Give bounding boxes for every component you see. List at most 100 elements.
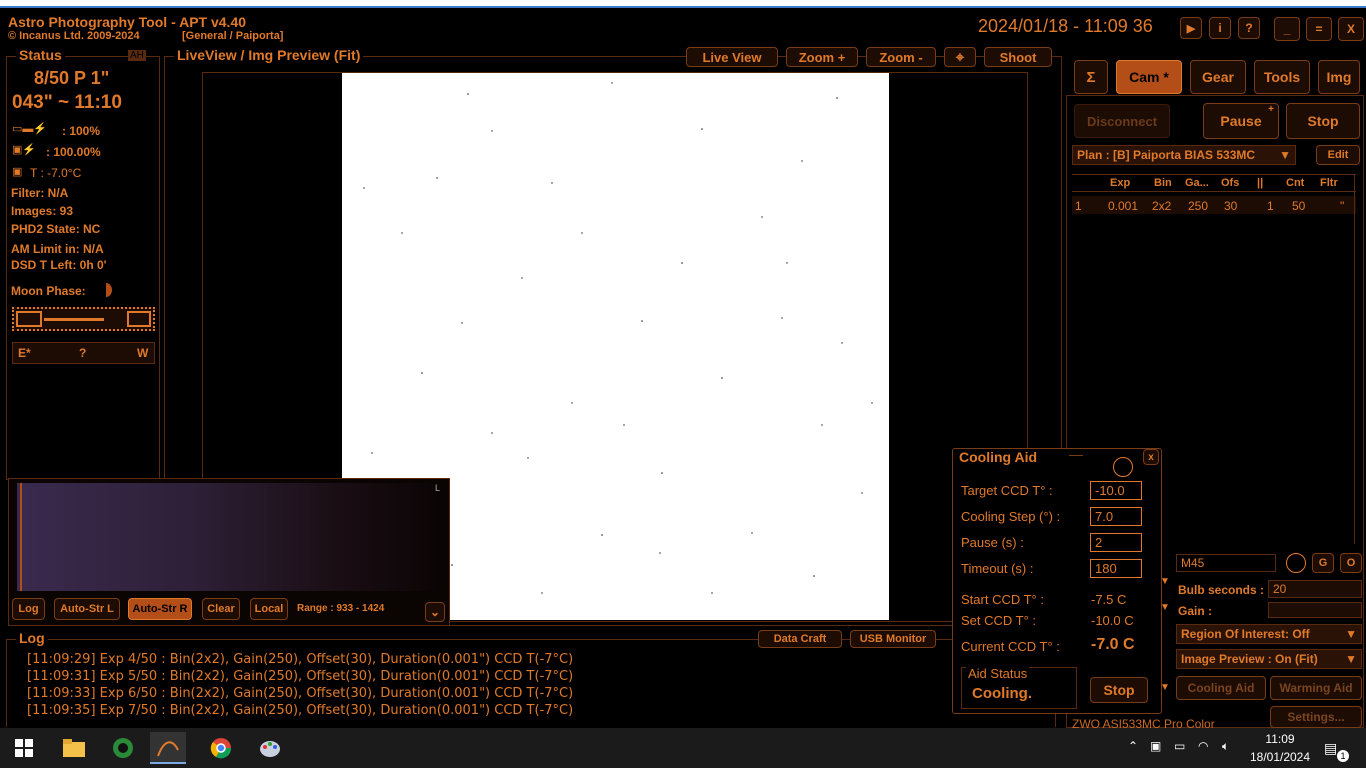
object-field[interactable]: M45 [1176,554,1276,572]
focus-slider[interactable] [12,307,155,331]
chrome-icon[interactable] [203,732,239,764]
stop-sequence-button[interactable]: Stop [1286,103,1360,139]
target-field[interactable]: -10.0 [1090,481,1142,500]
clear-button[interactable]: Clear [202,598,240,620]
plan-table-header: Exp Bin Ga... Ofs || Cnt Fltr [1072,174,1356,192]
row-bin: 2x2 [1152,199,1172,213]
set-temp-value: -10.0 C [1091,613,1134,628]
live-view-button[interactable]: Live View [686,47,778,67]
disconnect-button[interactable]: Disconnect [1074,104,1170,138]
col-gain: Ga... [1185,177,1209,189]
plan-select[interactable]: Plan : [B] Paiporta BIAS 533MC ▼ [1072,145,1296,165]
log-line: [11:09:31] Exp 5/50 : Bin(2x2), Gain(250… [27,669,574,684]
cooling-aid-button[interactable]: Cooling Aid [1176,676,1266,700]
chevron-down-icon: ▼ [1345,627,1357,641]
liveview-header: LiveView / Img Preview (Fit) [174,47,364,63]
clock-time[interactable]: 11:09 [1250,732,1310,746]
app-title: Astro Photography Tool - APT v4.40 [8,14,247,30]
images-count: Images: 93 [11,204,74,218]
file-explorer-icon[interactable] [56,732,92,764]
settings-button[interactable]: Settings... [1270,706,1362,728]
moon-phase-label: Moon Phase: [11,284,86,298]
title-divider [1069,455,1083,456]
compass-bar: E* ? W [12,342,155,364]
auto-stretch-l-button[interactable]: Auto-Str L [54,598,120,620]
app-green-icon[interactable] [105,732,141,764]
paint-icon[interactable] [252,732,288,764]
tab-cam[interactable]: Cam * [1116,60,1182,94]
device-icon[interactable]: ▣ [1150,739,1161,753]
log-scale-button[interactable]: Log [12,598,45,620]
histogram-left-marker[interactable] [20,483,22,591]
row-offset: 30 [1224,199,1238,213]
auto-stretch-r-button[interactable]: Auto-Str R [128,598,192,620]
local-button[interactable]: Local [250,598,288,620]
timeout-field[interactable]: 180 [1090,559,1142,578]
table-row[interactable]: 1 0.001 2x2 250 30 1 50 " [1072,196,1356,214]
tab-img[interactable]: Img [1318,60,1360,94]
cooling-stop-button[interactable]: Stop [1090,677,1148,703]
am-limit: AM Limit in: N/A [11,242,104,256]
o-button[interactable]: O [1340,553,1362,573]
minimize-button[interactable]: _ [1274,17,1300,41]
gain-field[interactable] [1268,602,1362,618]
zoom-out-button[interactable]: Zoom - [866,47,936,67]
shoot-button[interactable]: Shoot [984,47,1052,67]
collapse-down-icon[interactable]: ⌄ [425,602,445,622]
ccd-temp: T : -7.0°C [30,166,82,180]
warming-aid-button[interactable]: Warming Aid [1270,676,1362,700]
battery-level: : 100% [62,124,101,138]
col-count: Cnt [1286,177,1305,189]
data-craft-button[interactable]: Data Craft [758,630,842,648]
compass-east: E* [18,346,31,360]
play-button[interactable]: ▶ [1180,17,1202,39]
notification-count: 1 [1337,750,1349,762]
bulb-field[interactable]: 20 [1268,580,1362,598]
log-line: [11:09:29] Exp 4/50 : Bin(2x2), Gain(250… [27,652,574,667]
step-field[interactable]: 7.0 [1090,507,1142,526]
tab-sigma[interactable]: Σ [1074,60,1108,94]
clock-date[interactable]: 18/01/2024 [1246,750,1314,764]
close-button[interactable]: X [1338,17,1364,41]
pause-button[interactable]: Pause + [1203,103,1279,139]
compass-west: W [137,346,149,360]
battery-icon[interactable]: ▭ [1174,739,1185,753]
bulb-label: Bulb seconds : [1178,583,1265,597]
row-filter: " [1340,199,1345,213]
zoom-in-button[interactable]: Zoom + [786,47,858,67]
crosshair-button[interactable]: ⌖ [944,47,976,67]
col-exp: Exp [1110,177,1131,189]
histogram-panel: L Log Auto-Str L Auto-Str R Clear Local … [8,478,450,626]
tab-tools[interactable]: Tools [1254,60,1310,94]
pause-field[interactable]: 2 [1090,533,1142,552]
window-top-border [0,0,1366,8]
g-button[interactable]: G [1312,553,1334,573]
usb-monitor-button[interactable]: USB Monitor [850,630,936,648]
pause-label: Pause [1220,113,1262,129]
start-temp-value: -7.5 C [1091,592,1127,607]
histogram-range: Range : 933 - 1424 [297,603,385,614]
roi-select[interactable]: Region Of Interest: Off ▼ [1176,624,1362,644]
wifi-icon[interactable]: ◠ [1198,739,1208,753]
histogram-graph[interactable]: L [17,483,444,591]
volume-icon[interactable]: 🔈︎ [1222,739,1229,754]
dialog-close-button[interactable]: x [1143,449,1159,465]
table-scrollbar[interactable] [1354,174,1362,544]
moon-phase-icon [100,283,112,297]
pause-label: Pause (s) : [961,535,1024,550]
filter-status: Filter: N/A [11,186,69,200]
edit-plan-button[interactable]: Edit [1316,145,1360,165]
apt-taskbar-icon[interactable] [150,732,186,764]
help-button[interactable]: ? [1238,17,1260,39]
preview-select[interactable]: Image Preview : On (Fit) ▼ [1176,649,1362,669]
windows-start-icon[interactable] [6,732,42,764]
step-label: Cooling Step (°) : [961,509,1061,524]
maximize-button[interactable]: = [1306,17,1332,41]
chevron-up-icon[interactable]: ⌃ [1128,739,1138,753]
notification-icon[interactable]: ▤ [1324,740,1337,757]
info-button[interactable]: i [1209,17,1231,39]
tab-gear[interactable]: Gear [1190,60,1246,94]
sun-icon[interactable] [1286,553,1306,573]
sun-icon[interactable] [1113,457,1133,477]
current-temp-value: -7.0 C [1091,636,1135,653]
